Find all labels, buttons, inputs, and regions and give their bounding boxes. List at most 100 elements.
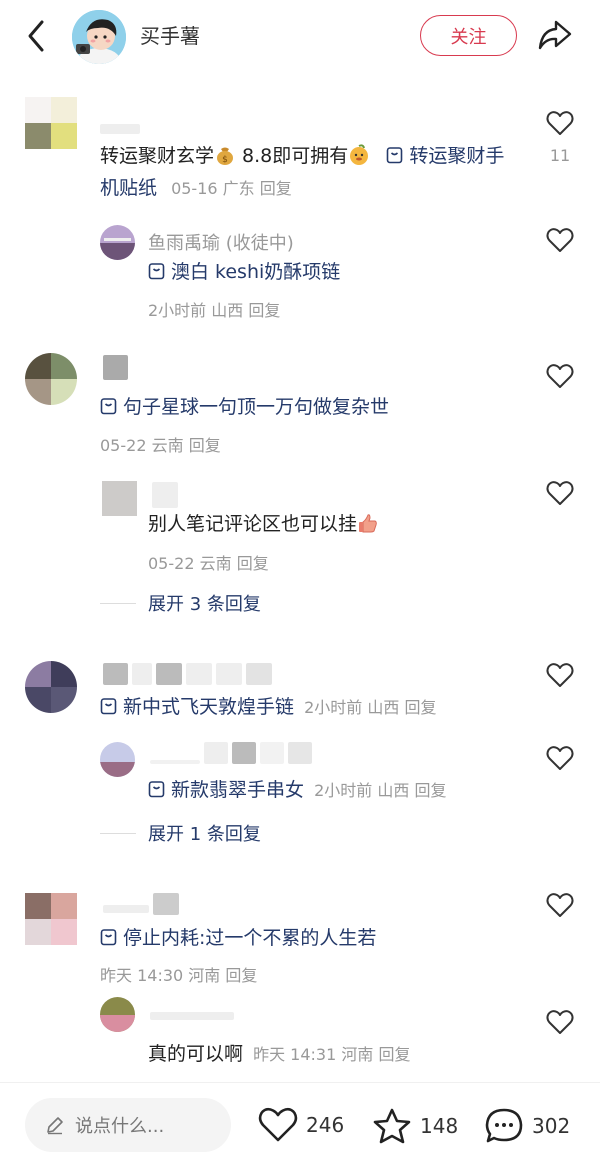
reply-date: 2小时前 (314, 781, 373, 800)
expand-replies[interactable]: 展开 1 条回复 (100, 820, 261, 846)
expand-replies-label[interactable]: 展开 3 条回复 (148, 590, 261, 616)
back-arrow-icon[interactable] (22, 16, 52, 56)
reply-text: 澳白 keshi奶酥项链 (148, 256, 340, 288)
heart-icon (258, 1107, 298, 1142)
reply-location: 云南 (199, 554, 232, 573)
reply-button[interactable]: 回复 (404, 698, 436, 717)
comment-text-main: 转运聚财玄学 (100, 145, 215, 167)
shopping-bag-icon (387, 147, 403, 164)
commenter-avatar[interactable] (25, 661, 77, 713)
reply-text-content: 真的可以啊 (148, 1043, 244, 1065)
comment-location: 河南 (188, 966, 221, 985)
reply-text: 新款翡翠手串女 2小时前 山西 回复 (148, 774, 446, 807)
pencil-icon (47, 1117, 63, 1135)
product-link[interactable]: 新中式飞天敦煌手链 (123, 696, 294, 718)
avatar-illustration-icon (72, 10, 126, 64)
comment-text-after: 8.8即可拥有 (236, 145, 349, 167)
comment-location: 广东 (222, 179, 255, 198)
heart-icon[interactable] (546, 110, 574, 136)
shopping-bag-icon (100, 929, 117, 946)
comment-count: 302 (532, 1114, 571, 1138)
product-link[interactable]: 澳白 keshi奶酥项链 (171, 261, 340, 283)
reply-meta: 05-22 云南 回复 (148, 550, 269, 574)
reply-date: 05-22 (148, 554, 195, 573)
follow-button[interactable]: 关注 (420, 15, 517, 56)
shopping-bag-icon (148, 263, 165, 280)
reply-avatar[interactable] (102, 481, 137, 516)
author-avatar[interactable] (72, 10, 126, 64)
reply-button[interactable]: 回复 (189, 436, 221, 455)
expand-divider (100, 832, 136, 834)
expand-replies-label[interactable]: 展开 1 条回复 (148, 820, 261, 846)
landscape-avatar-icon (100, 225, 135, 260)
reply-button[interactable]: 回复 (260, 179, 292, 198)
reply-location: 山西 (211, 301, 244, 320)
sky-avatar-icon (100, 742, 135, 777)
reply-button[interactable]: 回复 (414, 781, 446, 800)
reply-name-blurred (152, 482, 178, 508)
comment-text: 新中式飞天敦煌手链 2小时前 山西 回复 (100, 691, 436, 724)
comment-date: 2小时前 (304, 698, 363, 717)
like-stat[interactable]: 246 (258, 1107, 344, 1143)
svg-text:$: $ (222, 155, 228, 165)
comment-date: 昨天 14:30 (100, 966, 184, 985)
reply-date: 2小时前 (148, 301, 207, 320)
like-count: 11 (549, 146, 571, 165)
thumbs-up-emoji-icon (359, 514, 377, 533)
reply-text-content: 别人笔记评论区也可以挂 (148, 513, 358, 535)
comment-text: 转运聚财玄学 $ 8.8即可拥有 转运聚财手机贴纸 05-16 广东 回复 (100, 140, 520, 205)
comment-meta: 05-22 云南 回复 (100, 432, 221, 456)
mango-face-icon (350, 144, 369, 165)
reply-avatar[interactable] (100, 742, 135, 777)
reply-meta: 2小时前 山西 回复 (148, 297, 280, 321)
money-bag-icon: $ (217, 147, 234, 165)
shopping-bag-icon (148, 781, 165, 798)
reply-location: 河南 (341, 1045, 374, 1064)
commenter-avatar[interactable] (25, 893, 77, 945)
shopping-bag-icon (100, 698, 117, 715)
comment-meta: 昨天 14:30 河南 回复 (100, 962, 257, 986)
reply-button[interactable]: 回复 (225, 966, 257, 985)
comment-input[interactable]: 说点什么... (25, 1098, 231, 1152)
heart-icon[interactable] (546, 480, 574, 506)
star-stat[interactable]: 148 (372, 1107, 458, 1145)
comment-text: 停止内耗:过一个不累的人生若 (100, 922, 376, 954)
reply-button[interactable]: 回复 (248, 301, 280, 320)
commenter-avatar[interactable] (25, 97, 77, 149)
reply-button[interactable]: 回复 (378, 1045, 410, 1064)
heart-icon[interactable] (546, 662, 574, 688)
star-icon (373, 1108, 411, 1144)
heart-icon[interactable] (546, 1009, 574, 1035)
heart-icon[interactable] (546, 892, 574, 918)
share-icon[interactable] (536, 16, 574, 54)
comment-text: 句子星球一句顶一万句做复杂世 (100, 391, 389, 423)
comment-stat[interactable]: 302 (484, 1107, 570, 1145)
reply-text: 别人笔记评论区也可以挂 (148, 508, 379, 540)
shopping-bag-icon (100, 398, 117, 415)
commenter-name-blurred (100, 118, 140, 140)
reply-nickname[interactable]: 鱼雨禹瑜 (收徒中) (148, 229, 294, 255)
reply-avatar[interactable] (100, 225, 135, 260)
reply-button[interactable]: 回复 (237, 554, 269, 573)
like-count: 246 (306, 1113, 345, 1137)
heart-icon[interactable] (546, 363, 574, 389)
commenter-avatar[interactable] (25, 353, 77, 405)
heart-icon[interactable] (546, 227, 574, 253)
heart-icon[interactable] (546, 745, 574, 771)
product-link[interactable]: 句子星球一句顶一万句做复杂世 (123, 396, 389, 418)
expand-replies[interactable]: 展开 3 条回复 (100, 590, 261, 616)
commenter-name-blurred (103, 663, 272, 685)
comment-location: 山西 (367, 698, 400, 717)
top-bar: 买手薯 关注 (0, 0, 600, 72)
reply-avatar[interactable] (100, 997, 135, 1032)
expand-divider (100, 602, 136, 604)
product-link[interactable]: 新款翡翠手串女 (171, 779, 304, 801)
commenter-name-blurred (103, 893, 179, 915)
author-name: 买手薯 (140, 24, 200, 48)
comment-date: 05-16 (171, 179, 218, 198)
comment-date: 05-22 (100, 436, 147, 455)
product-link[interactable]: 停止内耗:过一个不累的人生若 (123, 927, 376, 949)
comment-bubble-icon (485, 1108, 523, 1143)
comment-input-placeholder: 说点什么... (75, 1116, 165, 1137)
flower-avatar-icon (100, 997, 135, 1032)
